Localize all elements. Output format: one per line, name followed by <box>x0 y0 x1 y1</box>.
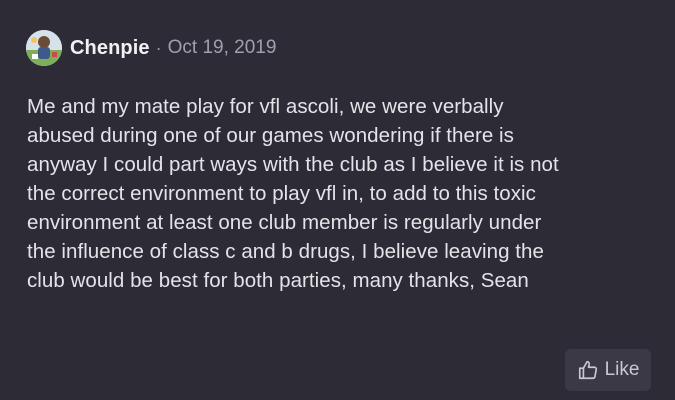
post-body: Me and my mate play for vfl ascoli, we w… <box>27 95 559 292</box>
like-label: Like <box>604 359 640 380</box>
thumbs-up-icon <box>577 359 599 381</box>
user-avatar-icon[interactable] <box>26 30 62 66</box>
post-card: Chenpie · Oct 19, 2019 Me and my mate pl… <box>0 0 675 400</box>
like-button[interactable]: Like <box>565 349 651 391</box>
post-header: Chenpie · Oct 19, 2019 <box>26 30 276 66</box>
meta-separator: · <box>155 37 162 58</box>
author-name[interactable]: Chenpie <box>70 37 150 60</box>
post-date: Oct 19, 2019 <box>167 37 277 58</box>
